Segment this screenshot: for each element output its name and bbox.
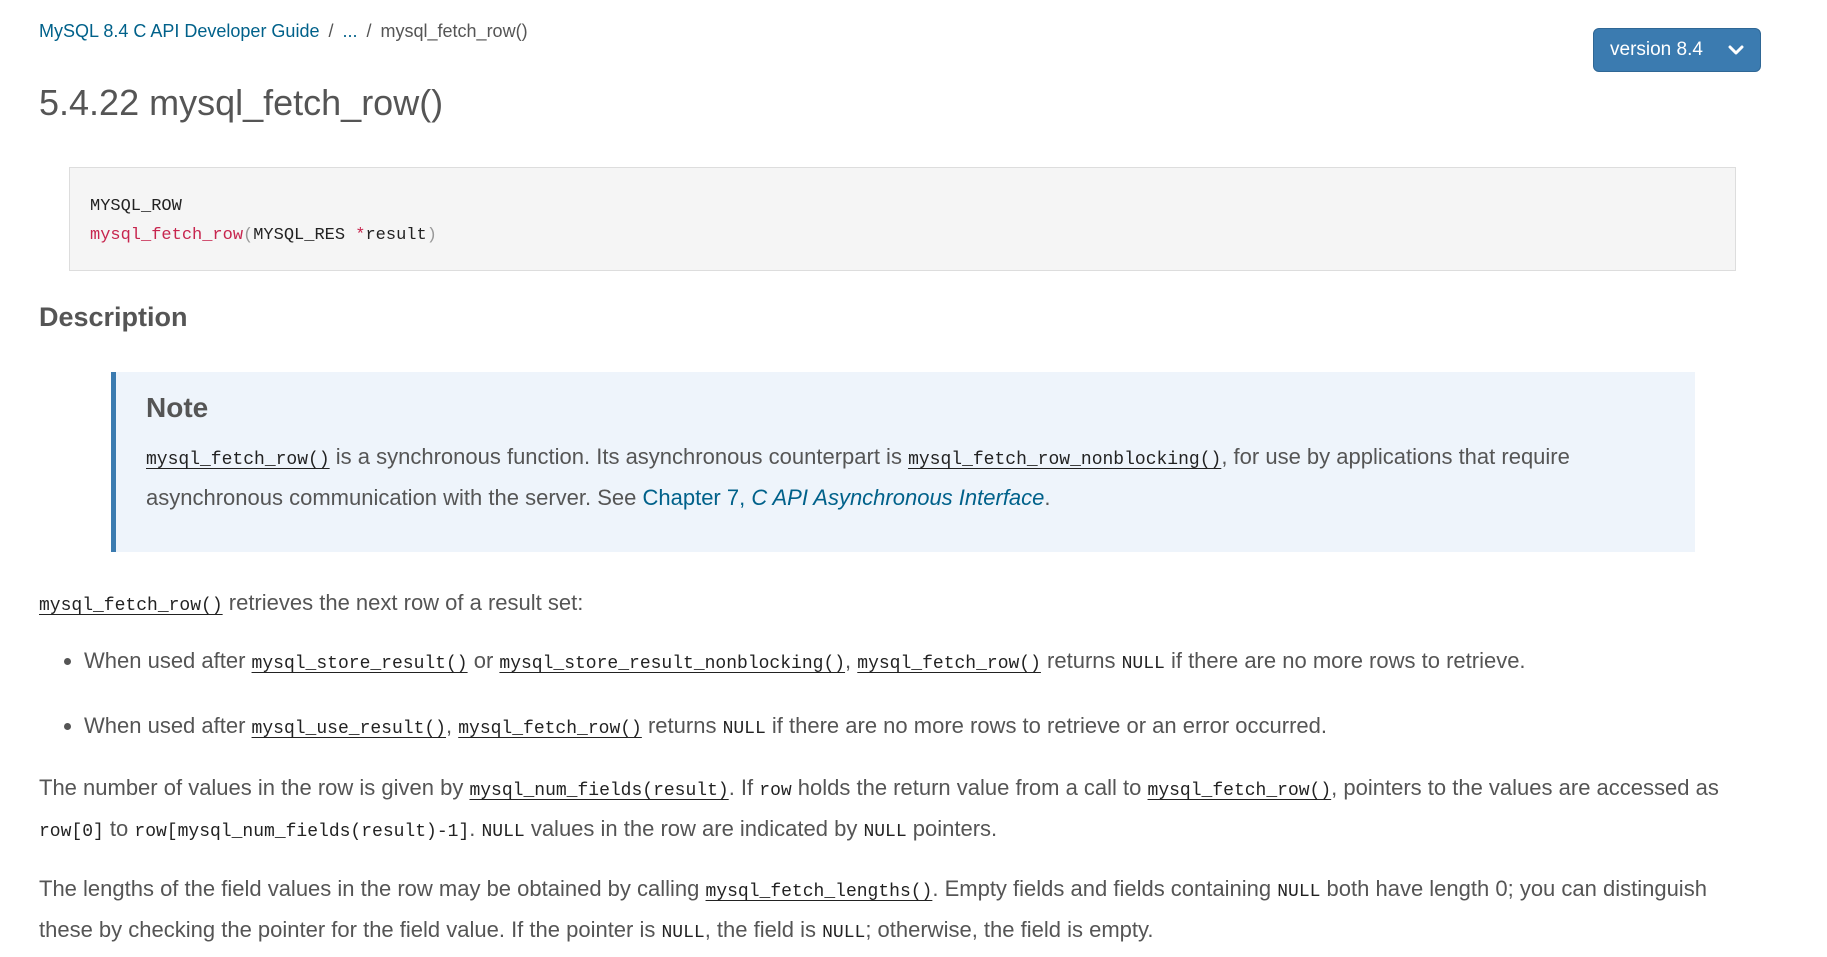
function-synopsis: MYSQL_ROW mysql_fetch_row(MYSQL_RES *res… xyxy=(69,167,1736,271)
function-link[interactable]: mysql_fetch_row_nonblocking() xyxy=(908,450,1221,470)
synopsis-close-paren: ) xyxy=(426,226,437,245)
note-text-span: . xyxy=(1044,485,1051,510)
list-text: returns xyxy=(1040,648,1122,673)
breadcrumb-separator: / xyxy=(366,21,372,41)
list-text: if there are no more rows to retrieve. xyxy=(1164,648,1526,673)
synopsis-param-name: result xyxy=(365,226,427,245)
literal: NULL xyxy=(822,923,866,943)
synopsis-function-name: mysql_fetch_row xyxy=(90,226,244,245)
page-title: 5.4.22 mysql_fetch_row() xyxy=(39,82,444,123)
literal: NULL xyxy=(661,923,705,943)
list-text: , xyxy=(845,648,858,673)
paragraph-text: The lengths of the field values in the r… xyxy=(39,876,706,901)
paragraph-lengths: The lengths of the field values in the r… xyxy=(39,870,1739,952)
chapter-link-title: C API Asynchronous Interface xyxy=(751,485,1045,510)
literal: NULL xyxy=(863,822,907,842)
note-heading: Note xyxy=(146,392,209,423)
paragraph-text: ; otherwise, the field is empty. xyxy=(865,917,1154,942)
breadcrumb-current: mysql_fetch_row() xyxy=(380,21,528,41)
chapter-link-number: Chapter 7, xyxy=(642,485,752,510)
chevron-down-icon xyxy=(1728,45,1744,55)
paragraph-text: values in the row are indicated by xyxy=(524,816,864,841)
paragraph-text: pointers. xyxy=(906,816,998,841)
function-link[interactable]: mysql_store_result() xyxy=(252,654,468,674)
literal: NULL xyxy=(481,822,525,842)
synopsis-return-type: MYSQL_ROW xyxy=(90,197,182,216)
paragraph-intro: mysql_fetch_row() retrieves the next row… xyxy=(39,584,1739,625)
list-item: When used after mysql_store_result() or … xyxy=(84,642,1784,683)
list-text: , xyxy=(445,713,459,738)
version-label: version 8.4 xyxy=(1610,39,1703,60)
paragraph-num-fields: The number of values in the row is given… xyxy=(39,769,1739,851)
paragraph-text: . Empty fields and fields containing xyxy=(932,876,1278,901)
list-text: if there are no more rows to retrieve or… xyxy=(765,713,1328,738)
version-select-button[interactable]: version 8.4 xyxy=(1593,28,1761,72)
function-link[interactable]: mysql_num_fields(result) xyxy=(469,781,728,801)
paragraph-text: . If xyxy=(728,775,760,800)
function-link[interactable]: mysql_store_result_nonblocking() xyxy=(499,654,845,674)
paragraph-text: The number of values in the row is given… xyxy=(39,775,470,800)
synopsis-param-type: MYSQL_RES xyxy=(253,226,346,245)
function-link[interactable]: mysql_use_result() xyxy=(252,719,446,739)
paragraph-text: holds the return value from a call to xyxy=(791,775,1148,800)
paragraph-text: . xyxy=(469,816,482,841)
breadcrumb: MySQL 8.4 C API Developer Guide /... / mysq… xyxy=(39,21,528,42)
literal: NULL xyxy=(1121,654,1165,674)
paragraph-text: retrieves the next row of a result set: xyxy=(222,590,584,615)
list-text: When used after xyxy=(84,713,252,738)
function-link[interactable]: mysql_fetch_row() xyxy=(458,719,642,739)
function-link[interactable]: mysql_fetch_lengths() xyxy=(706,882,933,902)
chapter-link[interactable]: Chapter 7, C API Asynchronous Interface xyxy=(642,485,1044,510)
paragraph-text: , pointers to the values are accessed as xyxy=(1331,775,1719,800)
literal: row xyxy=(759,781,792,801)
description-heading: Description xyxy=(39,302,188,332)
paragraph-text: , the field is xyxy=(704,917,823,942)
list-text: or xyxy=(467,648,500,673)
literal: NULL xyxy=(1277,882,1321,902)
return-behavior-list: When used after mysql_store_result() or … xyxy=(39,642,1784,772)
note-text-span: is a synchronous function. Its asynchron… xyxy=(329,444,909,469)
note-text: mysql_fetch_row() is a synchronous funct… xyxy=(146,438,1665,517)
function-link[interactable]: mysql_fetch_row() xyxy=(857,654,1041,674)
paragraph-text: to xyxy=(103,816,135,841)
synopsis-open-paren: ( xyxy=(243,226,254,245)
breadcrumb-root-link[interactable]: MySQL 8.4 C API Developer Guide xyxy=(39,21,319,41)
doc-page: MySQL 8.4 C API Developer Guide /... / mysq… xyxy=(0,0,1827,957)
function-link[interactable]: mysql_fetch_row() xyxy=(146,450,330,470)
synopsis-signature: mysql_fetch_row(MYSQL_RES *result) xyxy=(90,221,1715,250)
literal: row[mysql_num_fields(result)-1] xyxy=(134,822,470,842)
note-box: Note mysql_fetch_row() is a synchronous … xyxy=(111,372,1695,552)
function-link[interactable]: mysql_fetch_row() xyxy=(39,596,223,616)
list-text: returns xyxy=(641,713,723,738)
literal: NULL xyxy=(722,719,766,739)
breadcrumb-separator: / xyxy=(328,21,334,41)
function-link[interactable]: mysql_fetch_row() xyxy=(1148,781,1332,801)
breadcrumb-ellipsis-link[interactable]: ... xyxy=(342,21,357,41)
literal: row[0] xyxy=(39,822,104,842)
list-item: When used after mysql_use_result(), mysq… xyxy=(84,707,1784,748)
synopsis-pointer: * xyxy=(355,226,366,245)
list-text: When used after xyxy=(84,648,252,673)
